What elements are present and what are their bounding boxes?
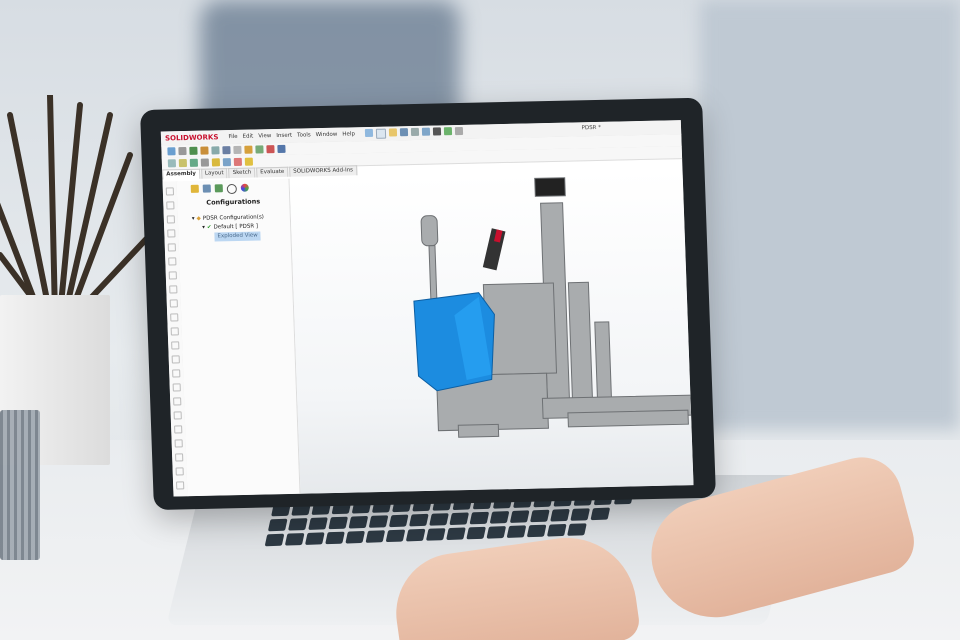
collapse-icon[interactable]: ▾ [192,215,195,224]
menu-file[interactable]: File [228,134,237,140]
configuration-manager-icon[interactable] [214,184,223,193]
side-tool-icon[interactable] [171,341,180,350]
side-tool-icon[interactable] [167,229,176,238]
pallet-truck-model[interactable] [290,170,694,494]
menu-window[interactable]: Window [316,132,338,138]
home-icon[interactable] [364,128,374,138]
wire-basket [0,410,40,560]
side-tool-icon[interactable] [173,397,182,406]
bill-of-materials-icon[interactable] [277,144,286,154]
appearance-icon[interactable] [244,157,254,166]
open-icon[interactable] [388,128,398,137]
plant-leaves [0,95,153,318]
document-title: PDSR * [581,124,602,132]
tree-exploded-label: Exploded View [214,231,261,242]
background-window [700,0,960,430]
component-preview-icon[interactable] [189,146,198,155]
side-tool-icon[interactable] [169,285,178,294]
side-tool-icon[interactable] [174,425,183,434]
print-icon[interactable] [410,127,420,137]
side-tool-icon[interactable] [165,187,175,196]
menu-tools[interactable]: Tools [297,132,311,138]
exploded-view-icon[interactable] [167,159,177,168]
side-tool-icon[interactable] [172,369,181,378]
solidworks-logo[interactable]: SOLIDWORKS [161,133,223,142]
section-view-icon[interactable] [222,158,232,167]
photo-scene: SOLIDWORKS File Edit View Insert Tools W… [0,0,960,640]
tab-layout[interactable]: Layout [200,168,228,179]
menu-edit[interactable]: Edit [243,134,254,140]
move-component-icon[interactable] [222,146,231,155]
feature-manager-icon[interactable] [190,184,199,193]
tab-sketch[interactable]: Sketch [228,167,256,179]
property-manager-icon[interactable] [202,184,211,193]
display-manager-icon[interactable] [240,183,249,192]
side-tool-icon[interactable] [170,313,179,322]
instant3d-icon[interactable] [211,158,221,167]
tab-assembly[interactable]: Assembly [162,168,201,180]
laptop-lid: SOLIDWORKS File Edit View Insert Tools W… [140,97,716,511]
side-tool-icon[interactable] [175,467,184,476]
display-style-icon[interactable] [233,157,243,166]
tab-addins[interactable]: SOLIDWORKS Add-Ins [289,165,358,177]
side-tool-icon[interactable] [175,453,184,462]
manager-tabs [177,179,289,195]
reference-geometry-icon[interactable] [255,145,264,154]
configuration-manager-panel: Configurations ▾ ◆ PDSR Configuration(s) ▾… [176,178,301,497]
control-handle [482,228,506,271]
new-motion-study-icon[interactable] [266,145,275,154]
side-tool-icon[interactable] [173,411,182,420]
menu-help[interactable]: Help [342,131,355,137]
smart-fasteners-icon[interactable] [211,146,220,155]
side-tool-icon[interactable] [167,243,176,252]
assembly-icon: ◆ [196,215,201,222]
insert-component-icon[interactable] [167,147,176,156]
side-tool-icon[interactable] [169,299,178,308]
laptop-screen: SOLIDWORKS File Edit View Insert Tools W… [160,120,694,497]
new-file-icon[interactable] [375,128,387,139]
options-icon[interactable] [454,126,464,136]
panel-title: Configurations [206,197,261,207]
show-hidden-icon[interactable] [233,145,242,154]
interference-icon[interactable] [178,159,188,168]
side-tool-icon[interactable] [168,257,177,266]
rebuild-icon[interactable] [443,127,453,136]
save-icon[interactable] [399,128,409,137]
menu-insert[interactable]: Insert [276,133,292,139]
model-blue-housing [413,292,495,392]
side-tool-icon[interactable] [166,215,175,224]
mate-icon[interactable] [178,147,187,156]
dimxpert-icon[interactable] [226,183,238,195]
configuration-tree: ▾ ◆ PDSR Configuration(s) ▾ ✔ Default [ PDSR… [178,213,291,242]
side-tool-icon[interactable] [171,355,180,364]
undo-icon[interactable] [421,127,431,136]
side-tool-icon[interactable] [176,481,185,490]
side-tool-icon[interactable] [172,383,181,392]
quick-access-toolbar [364,126,464,139]
select-icon[interactable] [432,127,442,136]
measure-icon[interactable] [200,158,210,167]
side-tool-icon[interactable] [166,201,175,210]
check-icon: ✔ [206,224,212,231]
side-tool-icon[interactable] [174,439,183,448]
side-tool-icon[interactable] [170,327,179,336]
app-name: SOLIDWORKS [164,133,219,143]
clearance-icon[interactable] [189,158,199,167]
linear-pattern-icon[interactable] [200,146,209,155]
menu-view[interactable]: View [258,133,271,139]
side-tool-icon[interactable] [168,271,177,280]
graphics-area[interactable] [289,170,694,494]
collapse-icon[interactable]: ▾ [202,224,205,233]
tab-evaluate[interactable]: Evaluate [256,166,289,178]
menu-bar: File Edit View Insert Tools Window Help [228,131,355,140]
assembly-features-icon[interactable] [244,145,253,154]
